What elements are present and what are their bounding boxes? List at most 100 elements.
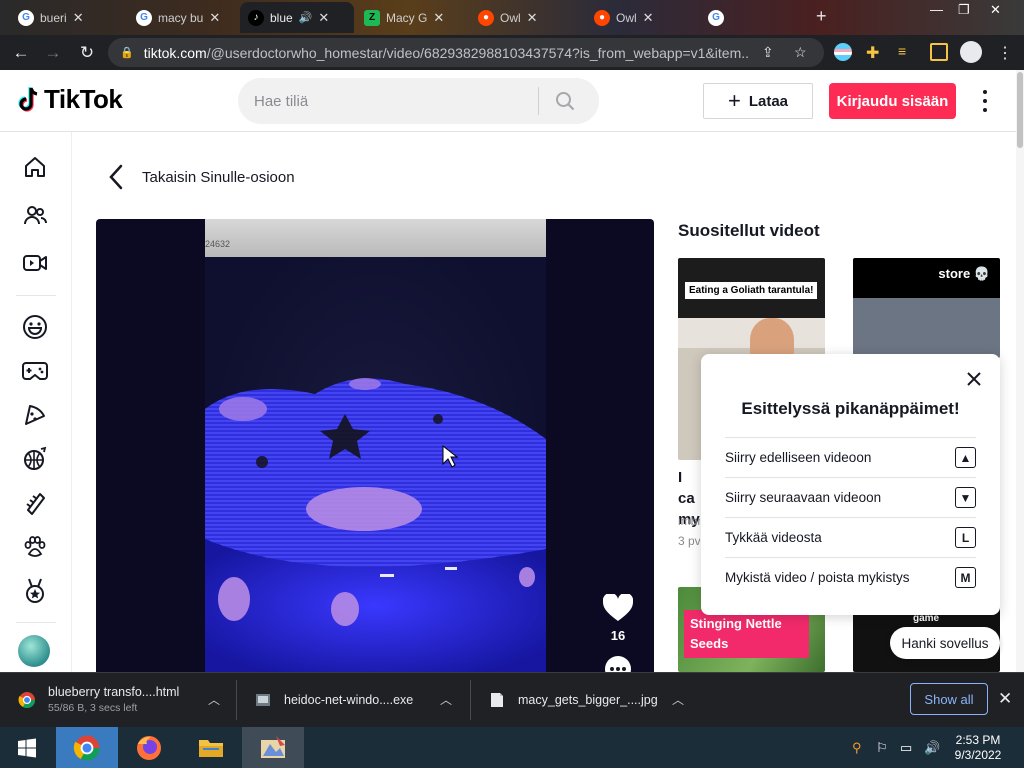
extensions-puzzle-icon[interactable]: ✚: [866, 43, 884, 62]
taskbar-clock[interactable]: 2:53 PM 9/3/2022: [944, 733, 1012, 763]
close-tab-icon[interactable]: ✕: [209, 10, 220, 26]
new-tab-button[interactable]: +: [816, 6, 827, 27]
download-filename: blueberry transfo....html: [48, 685, 180, 699]
download-item[interactable]: macy_gets_bigger_....jpg ︿: [488, 672, 702, 727]
chrome-menu-icon[interactable]: ⋮: [996, 43, 1014, 62]
shortcut-row: Tykkää videosta L: [725, 517, 976, 557]
browser-tab[interactable]: Z Macy G ✕: [356, 2, 468, 33]
home-icon[interactable]: [18, 150, 52, 184]
extension-flag-icon[interactable]: [834, 43, 852, 61]
upload-button[interactable]: + Lataa: [703, 83, 813, 119]
show-all-downloads-button[interactable]: Show all: [910, 683, 988, 715]
browser-tab-active[interactable]: ♪ blue 🔊 ✕: [240, 2, 354, 33]
windows-start-button[interactable]: [0, 727, 54, 768]
close-tab-icon[interactable]: ✕: [433, 10, 444, 26]
lock-icon: 🔒: [120, 47, 134, 59]
address-bar[interactable]: 🔒 tiktok.com/@userdoctorwho_homestar/vid…: [108, 38, 824, 67]
audio-playing-icon[interactable]: 🔊: [299, 11, 313, 24]
back-arrow-icon[interactable]: ←: [10, 42, 32, 64]
search-button[interactable]: [539, 78, 591, 124]
back-to-foryou-link[interactable]: Takaisin Sinulle-osioon: [108, 164, 295, 190]
clock-time: 2:53 PM: [955, 733, 1001, 747]
tiktok-logo[interactable]: TikTok: [16, 84, 123, 115]
creator-avatar[interactable]: [18, 635, 50, 667]
minimize-button[interactable]: —: [930, 2, 943, 17]
taskbar-chrome[interactable]: [56, 727, 118, 768]
shortcut-row: Siirry edelliseen videoon ▲: [725, 437, 976, 477]
clock-date: 9/3/2022: [954, 748, 1002, 762]
windows-taskbar: ⚲ ⚐ ▭ 🔊: [0, 727, 1024, 768]
video-frame: [205, 219, 546, 672]
taskbar-firefox[interactable]: [118, 727, 180, 768]
close-tab-icon[interactable]: ✕: [643, 10, 654, 26]
close-tab-icon[interactable]: ✕: [318, 10, 329, 26]
close-icon[interactable]: [965, 370, 983, 388]
gaming-icon[interactable]: [18, 354, 52, 388]
paint-app-icon: [261, 735, 285, 758]
close-tab-icon[interactable]: ✕: [527, 10, 538, 26]
close-downloads-icon[interactable]: ✕: [998, 689, 1012, 709]
recommended-video-thumbnail[interactable]: store 💀: [853, 258, 1000, 358]
image-file-icon: [491, 692, 503, 707]
comment-more-icon[interactable]: [604, 655, 632, 672]
browser-tab[interactable]: G: [700, 2, 812, 33]
comedy-icon[interactable]: [18, 310, 52, 344]
download-divider: [470, 680, 471, 720]
url-path: /@userdoctorwho_homestar/video/682938298…: [206, 44, 749, 61]
achievement-icon[interactable]: [18, 574, 52, 608]
animals-icon[interactable]: [18, 530, 52, 564]
download-filename: heidoc-net-windo....exe: [284, 692, 414, 707]
download-item[interactable]: blueberry transfo....html 55/86 B, 3 sec…: [18, 672, 238, 727]
reload-icon[interactable]: ↻: [76, 42, 98, 64]
chevron-up-icon[interactable]: ︿: [440, 691, 452, 708]
download-divider: [236, 680, 237, 720]
video-player[interactable]: 24632: [96, 219, 654, 672]
side-panel-icon[interactable]: [930, 43, 948, 61]
beauty-icon[interactable]: [18, 486, 52, 520]
thumbnail-caption: Stinging Nettle Seeds: [684, 610, 809, 658]
get-app-button[interactable]: Hanki sovellus: [890, 627, 1000, 659]
sports-icon[interactable]: [18, 442, 52, 476]
search-input[interactable]: [238, 92, 538, 110]
page-scrollbar[interactable]: [1016, 70, 1024, 672]
chevron-up-icon[interactable]: ︿: [208, 691, 220, 708]
restore-button[interactable]: ❐: [958, 2, 970, 18]
browser-tab[interactable]: G macy bu ✕: [128, 2, 238, 33]
food-icon[interactable]: [18, 398, 52, 432]
media-controls-icon[interactable]: ≡: [898, 43, 916, 61]
forward-arrow-icon[interactable]: →: [42, 42, 64, 64]
search-tray-icon[interactable]: ⚲: [852, 740, 862, 756]
browser-tab[interactable]: G bueri ✕: [10, 2, 128, 33]
scrollbar-thumb[interactable]: [1017, 72, 1023, 148]
chrome-icon: G: [708, 9, 724, 26]
tiktok-logo-icon: [18, 86, 38, 112]
download-item[interactable]: heidoc-net-windo....exe ︿: [254, 672, 468, 727]
more-options-icon[interactable]: [975, 88, 995, 114]
taskbar-paint-app[interactable]: [242, 727, 304, 768]
green-z-icon: Z: [364, 9, 380, 26]
video-watermark-text: 24632: [205, 239, 231, 249]
taskbar-file-explorer[interactable]: [180, 727, 242, 768]
close-tab-icon[interactable]: ✕: [73, 10, 84, 26]
display-icon[interactable]: ▭: [900, 740, 912, 756]
chrome-icon: G: [136, 9, 152, 26]
like-button[interactable]: [602, 592, 634, 624]
nav-divider: [16, 622, 56, 623]
thumbnail-caption: store 💀: [938, 266, 990, 281]
share-icon[interactable]: ⇪: [762, 44, 774, 61]
close-window-button[interactable]: ✕: [990, 2, 1001, 18]
browser-tab[interactable]: ● Owl ✕: [586, 2, 698, 33]
reddit-icon: ●: [594, 9, 610, 26]
browser-tab[interactable]: ● Owl ✕: [470, 2, 584, 33]
chevron-up-icon[interactable]: ︿: [672, 691, 684, 708]
login-button[interactable]: Kirjaudu sisään: [829, 83, 956, 119]
profile-avatar-icon[interactable]: [960, 41, 982, 63]
download-status: 55/86 B, 3 secs left: [48, 702, 138, 714]
network-warning-icon[interactable]: ⚐: [876, 740, 888, 756]
bookmark-star-icon[interactable]: ☆: [794, 44, 807, 61]
shortcut-row: Siirry seuraavaan videoon ▼: [725, 477, 976, 517]
recommended-video-author[interactable]: imbr: [678, 514, 700, 528]
volume-icon[interactable]: 🔊: [924, 740, 940, 756]
following-icon[interactable]: [18, 198, 52, 232]
live-icon[interactable]: [18, 246, 52, 280]
